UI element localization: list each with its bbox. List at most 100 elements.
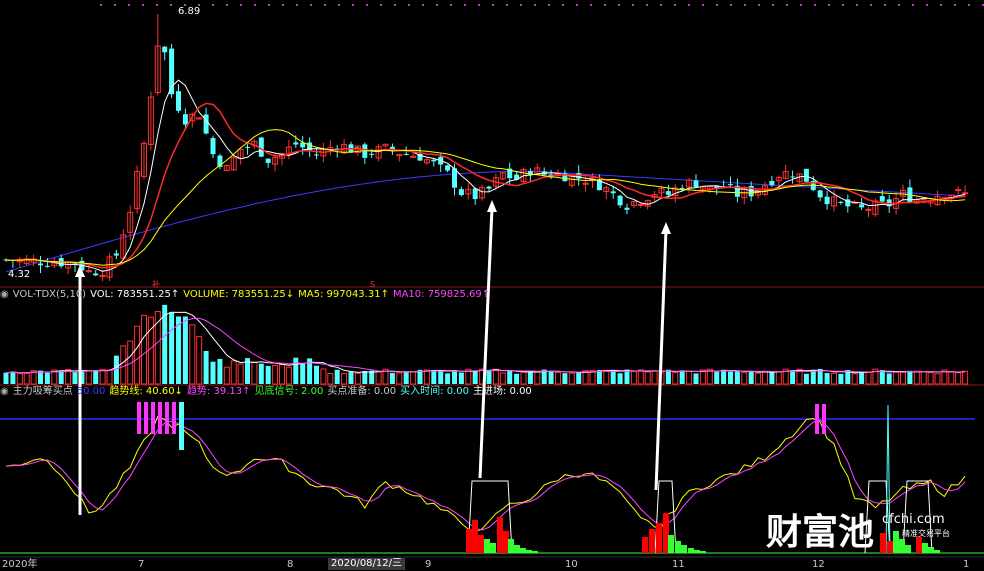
chart-canvas[interactable] [0,0,984,571]
volume-bar [568,372,575,385]
volume-bar [452,370,457,384]
volume-bar [699,369,706,385]
candle-body [962,192,969,195]
top-dot [324,4,326,6]
volume-bar [23,372,30,385]
volume-bar [714,371,720,384]
volume-bar [548,371,554,384]
top-dot [436,4,438,6]
top-dot [338,4,340,6]
stock-chart[interactable]: 6.89 4.32 ◉ VOL-TDX(5,10) VOL: 783551.25↑ V… [0,0,984,571]
candle-body [790,176,796,178]
volume-bar [900,371,906,385]
top-dot [898,4,900,6]
volume-bar [58,370,64,384]
date-month-10: 10 [565,559,578,570]
buy-time-value: 买入时间: 0.00 [400,386,469,397]
volume-bar [3,372,9,384]
top-dot [408,4,410,6]
signal-hist-bar [508,539,514,553]
candle-body [245,146,250,148]
volume-bar [348,371,354,384]
candle-body [93,273,99,276]
top-dot [702,4,704,6]
volume-bar [230,360,237,385]
top-dot [394,4,396,6]
signal-hist-bar [649,529,655,553]
candle-body [617,195,623,206]
volume-bar [237,363,244,385]
volume-bar [741,372,748,385]
volume-bar [617,373,623,384]
volume-bar [120,345,127,385]
volume-bar [354,372,361,385]
volume-bar [44,372,50,384]
top-dot [940,4,942,6]
candlesticks[interactable] [3,14,969,282]
volume-bar [492,368,499,385]
volume-bar [748,371,754,384]
top-dot [674,4,676,6]
signal-magenta-bar [137,402,141,434]
buy-arrow-shaft [478,207,494,479]
volume-bar [637,369,644,385]
top-dot [240,4,242,6]
candle-body [624,207,630,210]
buy-arrow-shaft [654,229,668,491]
volume-settings-icon[interactable]: ◉ [0,289,9,300]
candle-body [182,114,188,125]
top-dot [716,4,718,6]
signal-hist-bar [880,533,886,553]
volume-indicator-name[interactable]: VOL-TDX(5,10) [13,289,86,300]
volume-bar [251,361,258,385]
candle-body [403,153,409,155]
candle-body [665,191,671,195]
top-dot [576,4,578,6]
candle-body [38,263,43,266]
volume-bar [603,369,610,385]
candle-body [610,191,616,194]
candle-body [693,180,699,188]
candle-body [99,274,106,277]
volume-bar [810,369,816,384]
volume-bar [838,373,844,384]
signal-cyan-bar [179,402,184,450]
signal-hist-bar [520,548,526,553]
top-dot [618,4,620,6]
watermark-brand: 财富池 [766,511,875,553]
volume-bar [369,370,375,384]
top-dot [800,4,802,6]
candle-body [113,253,119,256]
indicator-settings-icon[interactable]: ◉ [0,386,9,397]
volume-bar [534,371,541,385]
signal-hist-bar [675,541,681,553]
top-dot [842,4,844,6]
signal-magenta-bar [151,402,155,434]
volume-bar [644,371,651,385]
volume-bar [300,363,306,384]
signal-hist-bar [681,545,687,553]
top-dot [814,4,816,6]
candle-body [203,114,209,134]
moving-average-lines [5,79,966,272]
volume-bar [893,371,900,385]
top-dot [786,4,788,6]
top-dot [772,4,774,6]
volume-bar [217,358,223,384]
indicator-name[interactable]: 主力吸筹买点 [13,386,73,397]
volume-bar [272,364,279,385]
top-dot [254,4,256,6]
volume-value: VOLUME: 783551.25↓ [183,289,295,300]
volume-bar [651,370,658,385]
candle-body [486,186,492,189]
volume-bar [865,371,872,385]
signal-hist-bar [466,529,472,553]
volume-bar [824,373,830,384]
volume-bar [934,373,941,385]
top-dot [604,4,606,6]
volume-bar [679,370,685,384]
signal-hist-bar [905,545,911,553]
volume-bar [410,371,417,385]
volume-bar [93,370,99,384]
signal-magenta-bar [158,402,162,434]
